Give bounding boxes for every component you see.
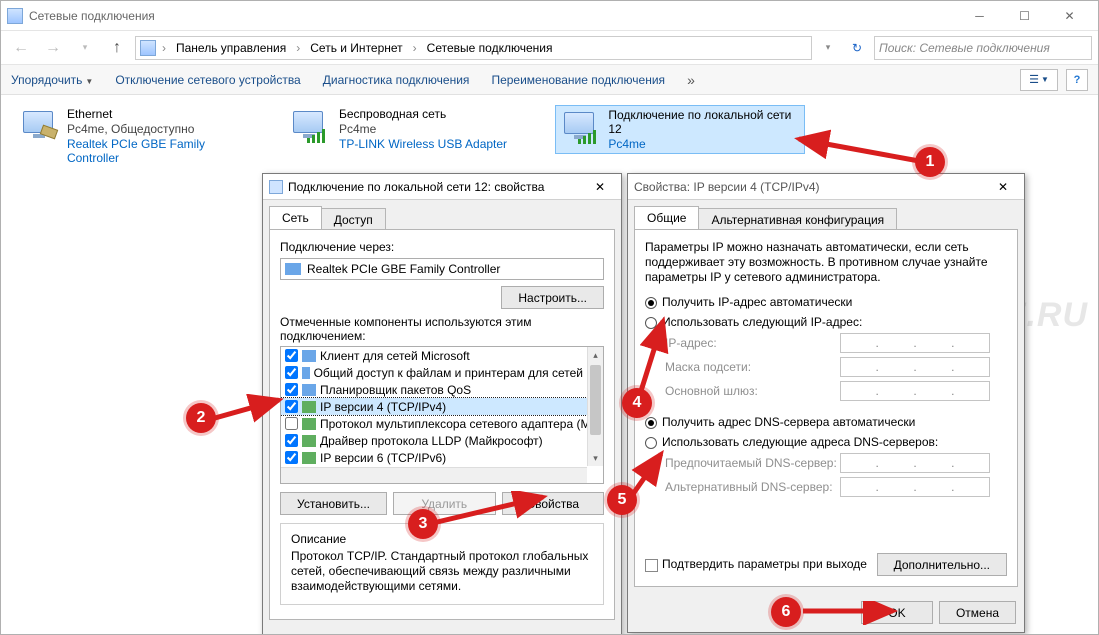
radio-dns-manual[interactable]: Использовать следующие адреса DNS-сервер… — [645, 435, 1007, 449]
search-input[interactable]: Поиск: Сетевые подключения — [874, 36, 1092, 60]
address-bar[interactable]: › Панель управления › Сеть и Интернет › … — [135, 36, 812, 60]
toolbar-diagnose[interactable]: Диагностика подключения — [323, 73, 470, 87]
titlebar: Сетевые подключения ─ ☐ ✕ — [1, 1, 1098, 31]
radio-ip-auto[interactable]: Получить IP-адрес автоматически — [645, 295, 1007, 309]
connection-status: Pc4me, Общедоступно — [67, 122, 251, 136]
step-badge-1: 1 — [915, 147, 945, 177]
tab-sharing[interactable]: Доступ — [321, 208, 386, 231]
navbar: ← → ▾ ↑ › Панель управления › Сеть и Инт… — [1, 31, 1098, 65]
subnet-mask-label: Маска подсети: — [665, 360, 840, 374]
connection-ethernet[interactable]: Ethernet Pc4me, Общедоступно Realtek PCI… — [15, 105, 255, 167]
dns2-label: Альтернативный DNS-сервер: — [665, 480, 840, 494]
close-icon[interactable]: ✕ — [988, 180, 1018, 194]
dns1-input: ... — [840, 453, 990, 473]
up-button[interactable]: ↑ — [103, 35, 131, 61]
step-badge-6: 6 — [771, 597, 801, 627]
dialog-title: Подключение по локальной сети 12: свойст… — [288, 180, 585, 194]
properties-button[interactable]: Свойства — [502, 492, 605, 515]
connection-name: Подключение по локальной сети 12 — [608, 108, 800, 136]
connect-via-label: Подключение через: — [280, 240, 604, 254]
breadcrumb-item[interactable]: Сетевые подключения — [423, 39, 557, 57]
forward-button: → — [39, 35, 67, 61]
ip-address-label: IP-адрес: — [665, 336, 840, 350]
validate-checkbox[interactable]: Подтвердить параметры при выходе — [645, 557, 867, 571]
step-badge-2: 2 — [186, 403, 216, 433]
folder-icon — [140, 40, 156, 56]
ip-address-input: ... — [840, 333, 990, 353]
window-title: Сетевые подключения — [29, 9, 155, 23]
help-button[interactable]: ? — [1066, 69, 1088, 91]
connection-status: Pc4me — [339, 122, 507, 136]
components-listbox[interactable]: Клиент для сетей Microsoft Общий доступ … — [280, 346, 604, 484]
subnet-mask-input: ... — [840, 357, 990, 377]
history-dropdown[interactable]: ▾ — [71, 35, 99, 61]
ok-button[interactable]: OK — [861, 601, 933, 624]
toolbar: Упорядочить▼ Отключение сетевого устройс… — [1, 65, 1098, 95]
ipv4-properties-dialog: Свойства: IP версии 4 (TCP/IPv4) ✕ Общие… — [627, 173, 1025, 633]
uninstall-button: Удалить — [393, 492, 496, 515]
breadcrumb-item[interactable]: Панель управления — [172, 39, 290, 57]
gateway-label: Основной шлюз: — [665, 384, 840, 398]
step-badge-5: 5 — [607, 485, 637, 515]
checkbox[interactable] — [285, 366, 298, 379]
checkbox[interactable] — [285, 451, 298, 464]
checkbox[interactable] — [285, 434, 298, 447]
connection-device: TP-LINK Wireless USB Adapter — [339, 137, 507, 151]
description-text: Протокол TCP/IP. Стандартный протокол гл… — [291, 549, 593, 594]
tab-general[interactable]: Общие — [634, 206, 699, 229]
checkbox[interactable] — [285, 383, 298, 396]
dialog-title: Свойства: IP версии 4 (TCP/IPv4) — [634, 180, 988, 194]
components-label: Отмеченные компоненты используются этим … — [280, 315, 604, 343]
toolbar-organize[interactable]: Упорядочить▼ — [11, 73, 93, 87]
dns1-label: Предпочитаемый DNS-сервер: — [665, 456, 840, 470]
toolbar-disable[interactable]: Отключение сетевого устройства — [115, 73, 300, 87]
scrollbar-horizontal[interactable] — [281, 467, 587, 483]
gateway-input: ... — [840, 381, 990, 401]
main-window: Сетевые подключения ─ ☐ ✕ ← → ▾ ↑ › Пане… — [0, 0, 1099, 635]
connection-properties-dialog: Подключение по локальной сети 12: свойст… — [262, 173, 622, 635]
description-label: Описание — [291, 532, 593, 546]
connection-status: Pc4me — [608, 137, 800, 151]
connection-name: Беспроводная сеть — [339, 107, 507, 121]
cancel-button[interactable]: Отмена — [939, 601, 1016, 624]
toolbar-more[interactable]: » — [687, 72, 695, 88]
checkbox[interactable] — [285, 417, 298, 430]
back-button[interactable]: ← — [7, 35, 35, 61]
connection-device: Realtek PCIe GBE Family Controller — [67, 137, 251, 165]
step-badge-4: 4 — [622, 388, 652, 418]
dns2-input: ... — [840, 477, 990, 497]
breadcrumb-item[interactable]: Сеть и Интернет — [306, 39, 406, 57]
connection-wifi[interactable]: Беспроводная сеть Pc4me TP-LINK Wireless… — [285, 105, 525, 153]
toolbar-rename[interactable]: Переименование подключения — [491, 73, 665, 87]
minimize-button[interactable]: ─ — [957, 2, 1002, 30]
step-badge-3: 3 — [408, 509, 438, 539]
configure-button[interactable]: Настроить... — [501, 286, 604, 309]
advanced-button[interactable]: Дополнительно... — [877, 553, 1007, 576]
view-mode-button[interactable]: ☰▼ — [1020, 69, 1058, 91]
tab-network[interactable]: Сеть — [269, 206, 322, 229]
tab-alternate[interactable]: Альтернативная конфигурация — [698, 208, 897, 231]
connection-lan12[interactable]: Подключение по локальной сети 12 Pc4me — [555, 105, 805, 154]
checkbox[interactable] — [285, 349, 298, 362]
radio-ip-manual[interactable]: Использовать следующий IP-адрес: — [645, 315, 1007, 329]
adapter-field: Realtek PCIe GBE Family Controller — [280, 258, 604, 280]
intro-text: Параметры IP можно назначать автоматичес… — [645, 240, 1007, 285]
radio-dns-auto[interactable]: Получить адрес DNS-сервера автоматически — [645, 415, 1007, 429]
close-button[interactable]: ✕ — [1047, 2, 1092, 30]
scrollbar-vertical[interactable]: ▴▾ — [587, 347, 603, 466]
checkbox[interactable] — [285, 400, 298, 413]
connection-name: Ethernet — [67, 107, 251, 121]
maximize-button[interactable]: ☐ — [1002, 2, 1047, 30]
dialog-icon — [269, 180, 283, 194]
install-button[interactable]: Установить... — [280, 492, 387, 515]
close-icon[interactable]: ✕ — [585, 180, 615, 194]
window-icon — [7, 8, 23, 24]
